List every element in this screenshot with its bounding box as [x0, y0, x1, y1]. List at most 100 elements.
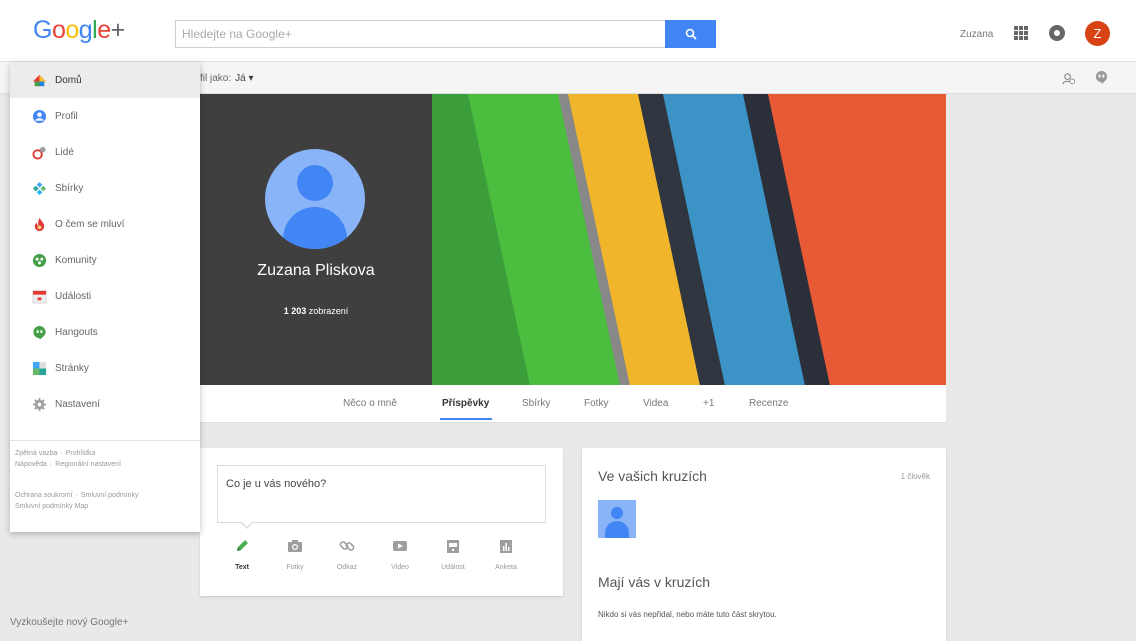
search-icon: [685, 28, 697, 40]
camera-icon: [288, 540, 302, 552]
logo-letter: e: [97, 16, 111, 44]
link-icon: [339, 541, 355, 551]
communities-icon: [32, 253, 47, 267]
tab-plus-one[interactable]: +1: [703, 398, 714, 409]
in-your-circles-title[interactable]: Ve vašich kruzích: [598, 468, 707, 484]
nav-label: O čem se mluví: [55, 218, 125, 230]
google-plus-logo[interactable]: Google+: [33, 16, 125, 45]
profile-cover: Zuzana Pliskova 1 203 zobrazení: [200, 94, 946, 385]
nav-item-collections[interactable]: Sbírky: [10, 170, 200, 206]
tab-posts[interactable]: Příspěvky: [442, 398, 489, 409]
compose-tail: [240, 521, 254, 529]
tab-reviews[interactable]: Recenze: [749, 398, 788, 409]
nav-item-people[interactable]: Lidé: [10, 134, 200, 170]
tab-videos[interactable]: Videa: [643, 398, 668, 409]
view-profile-as[interactable]: fil jako: Já ▾: [200, 73, 253, 84]
profile-photo[interactable]: [265, 149, 365, 249]
user-name[interactable]: Zuzana: [960, 29, 993, 40]
drawer-divider: [10, 440, 200, 441]
nav-item-settings[interactable]: Nastavení: [10, 386, 200, 422]
active-tab-indicator: [440, 418, 492, 420]
nav-label: Domů: [55, 74, 82, 86]
post-type-text[interactable]: Text: [220, 538, 264, 571]
privacy-policy-link[interactable]: Ochrana soukromí: [15, 492, 73, 499]
search-button[interactable]: [665, 20, 716, 48]
circle-member-avatar[interactable]: [598, 500, 636, 538]
post-type-event[interactable]: Událost: [431, 538, 475, 571]
post-type-link[interactable]: Odkaz: [325, 538, 369, 571]
nav-item-pages[interactable]: Stránky: [10, 350, 200, 386]
profile-views: 1 203 zobrazení: [200, 306, 432, 316]
profile-icon: [32, 109, 47, 123]
nav-item-events[interactable]: Události: [10, 278, 200, 314]
nav-label: Nastavení: [55, 398, 101, 410]
drawer-legal-links: Ochrana soukromí · Smluvní podmínky Smluvn…: [15, 492, 139, 510]
pencil-icon: [237, 540, 248, 551]
account-avatar[interactable]: Z: [1085, 21, 1110, 46]
maps-terms-link[interactable]: Smluvní podmínky Map: [15, 503, 88, 510]
events-icon: [32, 290, 47, 303]
tab-photos[interactable]: Fotky: [584, 398, 608, 409]
tab-collections[interactable]: Sbírky: [522, 398, 550, 409]
logo-letter: g: [78, 16, 93, 44]
views-label: zobrazení: [308, 306, 349, 316]
nav-label: Komunity: [55, 254, 97, 266]
trending-icon: [34, 217, 45, 231]
hangouts-icon[interactable]: [1094, 70, 1109, 85]
try-new-google-plus-link[interactable]: Vyzkoušejte nový Google+: [10, 617, 128, 628]
post-type-label: Anketa: [495, 564, 517, 571]
terms-link[interactable]: Smluvní podmínky: [81, 492, 139, 499]
circles-note: Nikdo si vás nepřidal, nebo máte tuto čá…: [598, 610, 777, 619]
post-type-label: Odkaz: [336, 564, 358, 571]
view-as-dropdown[interactable]: Já ▾: [235, 73, 253, 84]
nav-item-hangouts[interactable]: Hangouts: [10, 314, 200, 350]
tour-link[interactable]: Prohlídka: [66, 450, 96, 457]
post-type-photos[interactable]: Fotky: [273, 538, 317, 571]
post-type-label: Video: [391, 564, 409, 571]
feedback-link[interactable]: Zpětná vazba: [15, 450, 57, 457]
logo-letter: o: [51, 16, 66, 44]
people-icon: [32, 146, 46, 160]
post-type-label: Fotky: [286, 564, 304, 571]
nav-item-trending[interactable]: O čem se mluví: [10, 206, 200, 242]
nav-label: Události: [55, 290, 92, 302]
circles-count[interactable]: 1 člověk: [901, 472, 930, 481]
cover-photo[interactable]: [432, 94, 946, 385]
profile-name: Zuzana Pliskova: [257, 262, 375, 279]
event-icon: [447, 540, 459, 553]
view-as-label: fil jako:: [200, 73, 232, 84]
circles-card: Ve vašich kruzích 1 člověk Mají vás v kr…: [582, 448, 946, 641]
settings-icon: [32, 397, 47, 411]
video-icon: [393, 541, 407, 551]
post-type-video[interactable]: Video: [378, 538, 422, 571]
profile-tabs: Něco o mně Příspěvky Sbírky Fotky Videa …: [200, 385, 946, 423]
nav-item-profile[interactable]: Profil: [10, 98, 200, 134]
search-bar: [175, 20, 716, 48]
apps-grid-icon[interactable]: [1014, 26, 1028, 40]
views-count: 1 203: [283, 306, 307, 316]
compose-prompt: Co je u vás nového?: [226, 478, 327, 490]
logo-letter: G: [33, 16, 52, 44]
home-icon: [32, 74, 47, 86]
nav-item-communities[interactable]: Komunity: [10, 242, 200, 278]
regional-settings-link[interactable]: Regionální nastavení: [55, 461, 121, 468]
help-link[interactable]: Nápověda: [15, 461, 47, 468]
collections-icon: [32, 181, 47, 195]
compose-input[interactable]: Co je u vás nového?: [217, 465, 546, 523]
tab-about[interactable]: Něco o mně: [343, 398, 397, 409]
post-type-label: Text: [235, 564, 249, 571]
logo-letter: o: [65, 16, 79, 44]
nav-label: Profil: [55, 110, 78, 122]
notifications-icon[interactable]: [1049, 25, 1065, 41]
post-composer: Co je u vás nového? Text Fotky Odkaz Vid…: [200, 448, 563, 596]
add-person-icon[interactable]: [1061, 71, 1076, 86]
search-input[interactable]: [176, 21, 666, 47]
post-type-label: Událost: [441, 564, 465, 571]
nav-item-home[interactable]: Domů: [10, 62, 200, 98]
drawer-footer-links: Zpětná vazba · Prohlídka Nápověda · Regionál…: [15, 450, 122, 468]
nav-label: Hangouts: [55, 326, 98, 338]
pages-icon: [32, 361, 47, 375]
hangouts-icon: [33, 325, 46, 340]
navigation-drawer: Domů Profil Lidé Sbírky O čem se mluví K…: [10, 62, 200, 532]
post-type-poll[interactable]: Anketa: [484, 538, 528, 571]
